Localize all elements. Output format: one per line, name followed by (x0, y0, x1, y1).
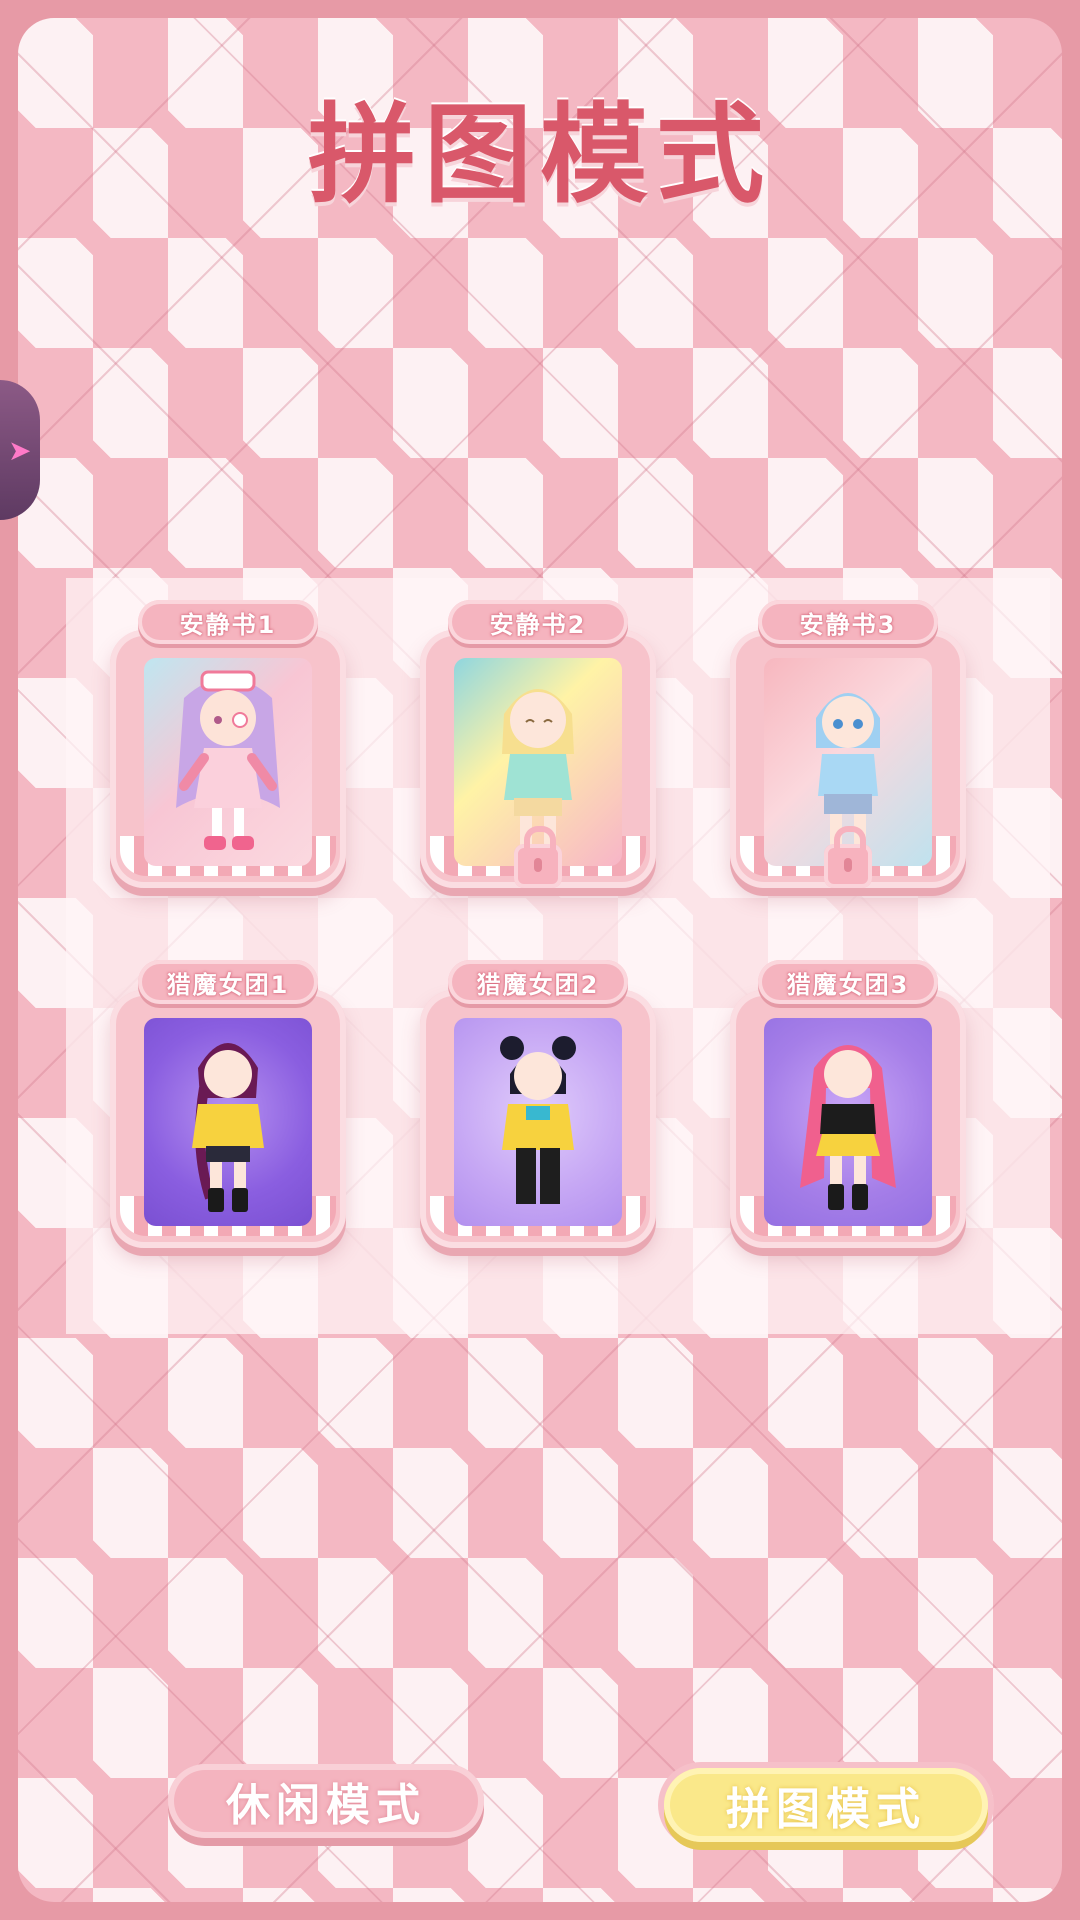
character-illustration (192, 1043, 264, 1212)
puzzle-mode-button[interactable]: 拼图模式 (664, 1768, 988, 1842)
level-card-quiet-book-1[interactable]: 安静书1 (110, 600, 346, 888)
character-thumbnail (454, 1018, 622, 1226)
side-drawer-tab[interactable]: ➤ (0, 380, 40, 520)
character-thumbnail (144, 658, 312, 866)
casual-mode-button[interactable]: 休闲模式 (168, 1764, 484, 1838)
level-label: 猎魔女团1 (138, 960, 318, 1004)
character-illustration (176, 670, 280, 850)
level-card-demon-hunters-1[interactable]: 猎魔女团1 (110, 960, 346, 1248)
character-thumbnail (144, 1018, 312, 1226)
level-label: 安静书3 (758, 600, 938, 644)
character-illustration (500, 1036, 576, 1204)
chevron-right-icon: ➤ (8, 434, 32, 467)
level-label: 猎魔女团2 (448, 960, 628, 1004)
level-card-quiet-book-2[interactable]: 安静书2 (420, 600, 656, 888)
padlock-icon (824, 826, 872, 888)
game-frame: 拼图模式 安静书1 安静书2 安静书3 猎魔女团1 猎魔女团2 猎魔女团3 休闲… (18, 18, 1062, 1902)
page-title: 拼图模式 (307, 93, 772, 218)
character-thumbnail (764, 1018, 932, 1226)
level-label: 猎魔女团3 (758, 960, 938, 1004)
character-illustration (800, 1045, 896, 1210)
level-card-demon-hunters-2[interactable]: 猎魔女团2 (420, 960, 656, 1248)
level-card-demon-hunters-3[interactable]: 猎魔女团3 (730, 960, 966, 1248)
level-label: 安静书1 (138, 600, 318, 644)
level-label: 安静书2 (448, 600, 628, 644)
padlock-icon (514, 826, 562, 888)
level-card-quiet-book-3[interactable]: 安静书3 (730, 600, 966, 888)
